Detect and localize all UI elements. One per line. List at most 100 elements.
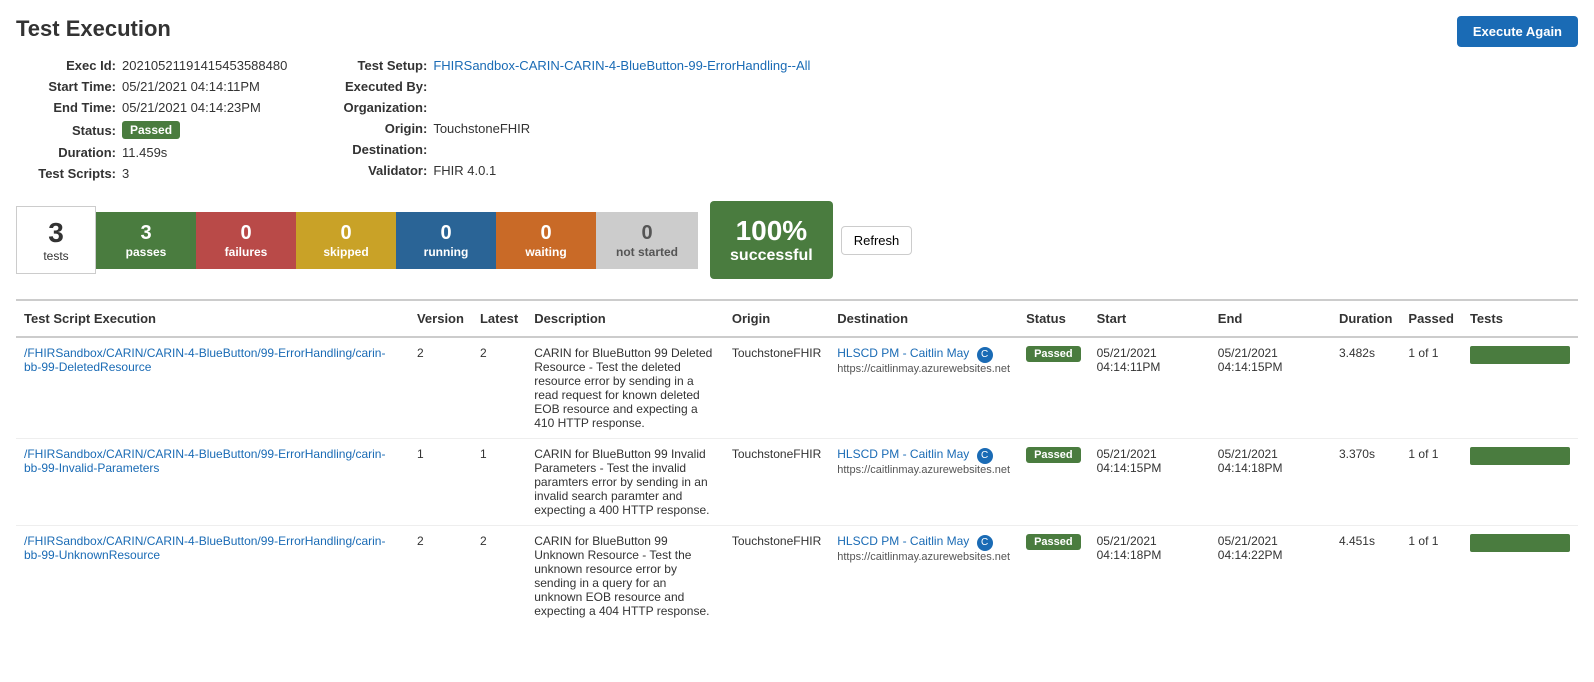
organization-row: Organization: [327, 100, 810, 115]
running-label: running [416, 245, 476, 259]
cell-origin-0: TouchstoneFHIR [724, 337, 829, 439]
col-status: Status [1018, 301, 1089, 337]
cell-destination-1: HLSCD PM - Caitlin May C https://caitlin… [829, 439, 1018, 526]
summary-not-started: 0 not started [596, 212, 698, 269]
start-time-label: Start Time: [16, 79, 116, 94]
duration-row: Duration: 11.459s [16, 145, 287, 160]
script-link-2[interactable]: /FHIRSandbox/CARIN/CARIN-4-BlueButton/99… [24, 534, 385, 562]
summary-running: 0 running [396, 212, 496, 269]
destination-row: Destination: [327, 142, 810, 157]
cell-description-2: CARIN for BlueButton 99 Unknown Resource… [526, 526, 724, 627]
cell-latest-0: 2 [472, 337, 526, 439]
failures-num: 0 [216, 222, 276, 245]
col-destination: Destination [829, 301, 1018, 337]
cell-link-0[interactable]: /FHIRSandbox/CARIN/CARIN-4-BlueButton/99… [16, 337, 409, 439]
cell-version-0: 2 [409, 337, 472, 439]
cell-version-2: 2 [409, 526, 472, 627]
destination-label: Destination: [327, 142, 427, 157]
header-section: Exec Id: 20210521191415453588480 Start T… [16, 58, 1578, 181]
c-badge-1: C [977, 448, 993, 464]
skipped-num: 0 [316, 222, 376, 245]
test-setup-link[interactable]: FHIRSandbox-CARIN-CARIN-4-BlueButton-99-… [433, 58, 810, 73]
progress-bar-0 [1470, 346, 1570, 364]
table-section: Test Script Execution Version Latest Des… [16, 299, 1578, 626]
c-badge-0: C [977, 347, 993, 363]
duration-label: Duration: [16, 145, 116, 160]
col-description: Description [526, 301, 724, 337]
script-link-1[interactable]: /FHIRSandbox/CARIN/CARIN-4-BlueButton/99… [24, 447, 385, 475]
test-scripts-value: 3 [122, 166, 129, 181]
executed-by-row: Executed By: [327, 79, 810, 94]
col-tests: Tests [1462, 301, 1578, 337]
cell-end-1: 05/21/2021 04:14:18PM [1210, 439, 1331, 526]
cell-link-1[interactable]: /FHIRSandbox/CARIN/CARIN-4-BlueButton/99… [16, 439, 409, 526]
refresh-button[interactable]: Refresh [841, 226, 913, 255]
summary-total: 3 tests [16, 206, 96, 274]
col-duration: Duration [1331, 301, 1400, 337]
success-box: 100% successful [710, 201, 833, 279]
waiting-label: waiting [516, 245, 576, 259]
dest-link-2[interactable]: HLSCD PM - Caitlin May [837, 534, 969, 548]
running-num: 0 [416, 222, 476, 245]
failures-label: failures [216, 245, 276, 259]
cell-tests-2 [1462, 526, 1578, 627]
page-title: Test Execution [16, 16, 1578, 42]
total-num: 3 [37, 217, 75, 249]
total-label: tests [37, 249, 75, 263]
dest-link-0[interactable]: HLSCD PM - Caitlin May [837, 346, 969, 360]
summary-passes: 3 passes [96, 212, 196, 269]
cell-status-1: Passed [1018, 439, 1089, 526]
origin-label: Origin: [327, 121, 427, 136]
cell-link-2[interactable]: /FHIRSandbox/CARIN/CARIN-4-BlueButton/99… [16, 526, 409, 627]
cell-destination-2: HLSCD PM - Caitlin May C https://caitlin… [829, 526, 1018, 627]
col-start: Start [1089, 301, 1210, 337]
cell-duration-1: 3.370s [1331, 439, 1400, 526]
cell-origin-2: TouchstoneFHIR [724, 526, 829, 627]
execute-again-button[interactable]: Execute Again [1457, 16, 1578, 47]
executed-by-label: Executed By: [327, 79, 427, 94]
cell-passed-2: 1 of 1 [1400, 526, 1462, 627]
col-passed: Passed [1400, 301, 1462, 337]
not-started-num: 0 [616, 222, 678, 245]
summary-skipped: 0 skipped [296, 212, 396, 269]
test-scripts-label: Test Scripts: [16, 166, 116, 181]
cell-duration-2: 4.451s [1331, 526, 1400, 627]
cell-description-0: CARIN for BlueButton 99 Deleted Resource… [526, 337, 724, 439]
cell-end-0: 05/21/2021 04:14:15PM [1210, 337, 1331, 439]
success-pct: 100% [730, 215, 813, 247]
skipped-label: skipped [316, 245, 376, 259]
exec-id-value: 20210521191415453588480 [122, 58, 287, 73]
cell-destination-0: HLSCD PM - Caitlin May C https://caitlin… [829, 337, 1018, 439]
validator-value: FHIR 4.0.1 [433, 163, 496, 178]
summary-bar: 3 tests 3 passes 0 failures 0 skipped 0 … [16, 201, 1578, 279]
summary-failures: 0 failures [196, 212, 296, 269]
end-time-label: End Time: [16, 100, 116, 115]
cell-latest-2: 2 [472, 526, 526, 627]
dest-link-1[interactable]: HLSCD PM - Caitlin May [837, 447, 969, 461]
col-origin: Origin [724, 301, 829, 337]
test-scripts-row: Test Scripts: 3 [16, 166, 287, 181]
c-badge-2: C [977, 535, 993, 551]
status-badge-0: Passed [1026, 346, 1081, 362]
cell-status-0: Passed [1018, 337, 1089, 439]
test-setup-label: Test Setup: [327, 58, 427, 73]
cell-description-1: CARIN for BlueButton 99 Invalid Paramete… [526, 439, 724, 526]
success-label: successful [730, 247, 813, 265]
progress-bar-1 [1470, 447, 1570, 465]
origin-value: TouchstoneFHIR [433, 121, 530, 136]
header-left: Exec Id: 20210521191415453588480 Start T… [16, 58, 287, 181]
validator-row: Validator: FHIR 4.0.1 [327, 163, 810, 178]
status-badge: Passed [122, 121, 180, 139]
cell-start-1: 05/21/2021 04:14:15PM [1089, 439, 1210, 526]
script-link-0[interactable]: /FHIRSandbox/CARIN/CARIN-4-BlueButton/99… [24, 346, 385, 374]
summary-waiting: 0 waiting [496, 212, 596, 269]
end-time-row: End Time: 05/21/2021 04:14:23PM [16, 100, 287, 115]
cell-duration-0: 3.482s [1331, 337, 1400, 439]
start-time-value: 05/21/2021 04:14:11PM [122, 79, 260, 94]
status-badge-2: Passed [1026, 534, 1081, 550]
waiting-num: 0 [516, 222, 576, 245]
cell-status-2: Passed [1018, 526, 1089, 627]
status-label: Status: [16, 123, 116, 138]
test-setup-row: Test Setup: FHIRSandbox-CARIN-CARIN-4-Bl… [327, 58, 810, 73]
cell-passed-1: 1 of 1 [1400, 439, 1462, 526]
